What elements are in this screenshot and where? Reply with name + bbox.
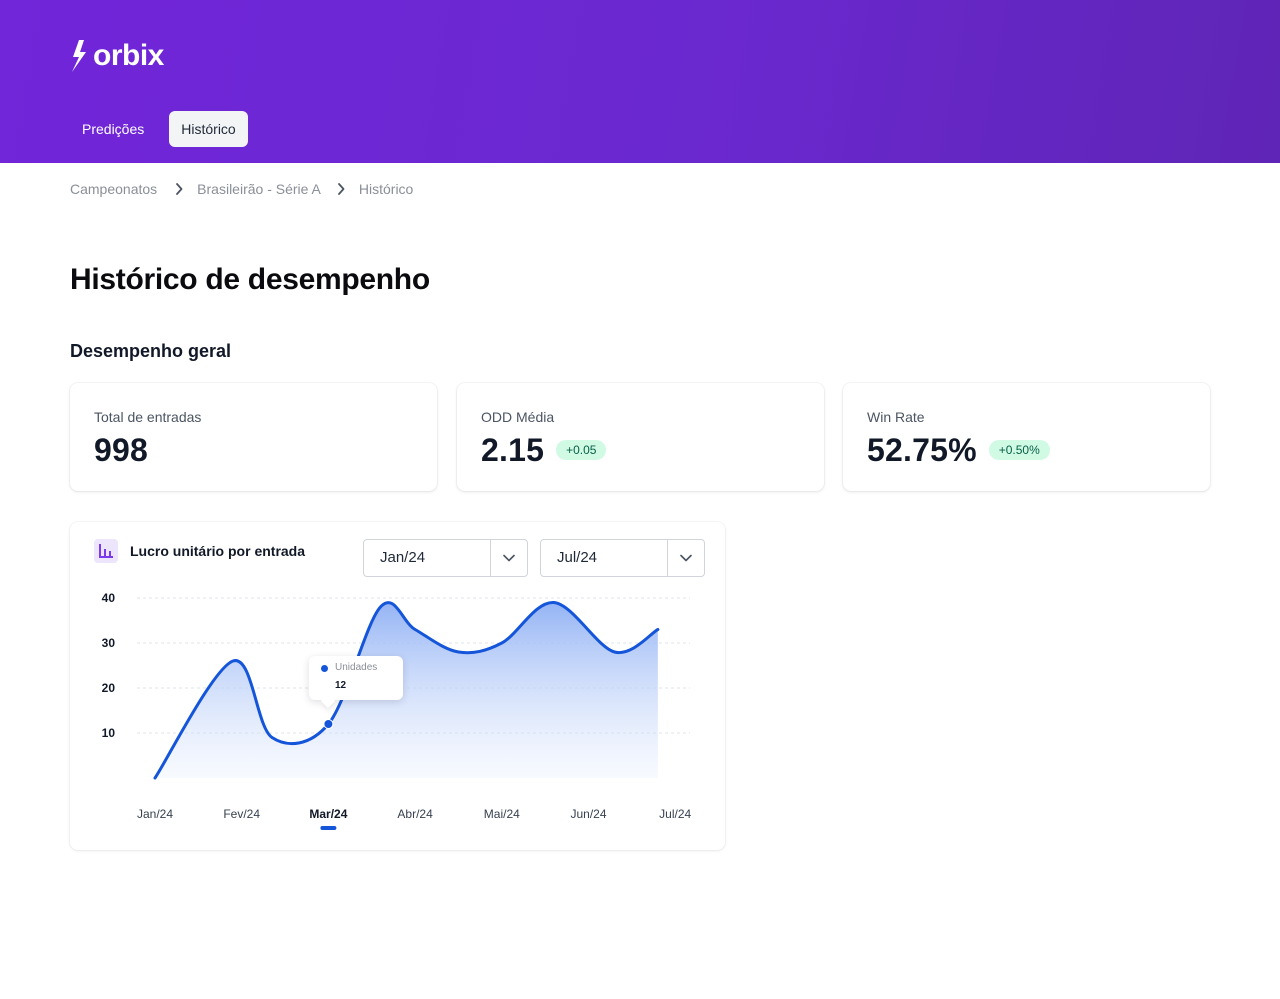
chevron-right-icon bbox=[176, 183, 183, 195]
tooltip-label: Unidades bbox=[335, 662, 378, 673]
series-area bbox=[155, 602, 658, 778]
change-badge: +0.50% bbox=[988, 440, 1050, 460]
chevron-down-icon[interactable] bbox=[667, 540, 704, 576]
x-tick-label[interactable]: Mar/24 bbox=[309, 807, 347, 821]
change-badge: +0.05 bbox=[556, 440, 607, 460]
bar-chart-icon bbox=[94, 539, 118, 563]
tooltip-value: 12 bbox=[335, 680, 347, 691]
start-month-select[interactable]: Jan/24 bbox=[363, 539, 528, 577]
stat-card-odd-media: ODD Média 2.15 +0.05 bbox=[457, 383, 824, 491]
x-tick-label[interactable]: Jan/24 bbox=[137, 807, 173, 821]
chart-tooltip: Unidades 12 bbox=[309, 656, 403, 709]
x-tick-label[interactable]: Fev/24 bbox=[223, 807, 260, 821]
x-tick-label[interactable]: Abr/24 bbox=[397, 807, 433, 821]
chevron-down-icon[interactable] bbox=[490, 540, 527, 576]
tab-historico[interactable]: Histórico bbox=[169, 111, 248, 147]
top-header: orbix Predições Histórico bbox=[0, 0, 1280, 163]
x-tick-label[interactable]: Jul/24 bbox=[659, 807, 691, 821]
y-tick-label: 10 bbox=[102, 726, 116, 740]
stat-value: 998 bbox=[94, 432, 148, 468]
profit-chart-card: 10 20 30 40 Jan/24 Fev/24 Mar/24 Abr/24 Mai/24 Ju… bbox=[70, 522, 725, 850]
end-month-select[interactable]: Jul/24 bbox=[540, 539, 705, 577]
stat-card-total-entradas: Total de entradas 998 bbox=[70, 383, 437, 491]
section-title: Desempenho geral bbox=[70, 341, 232, 361]
chevron-right-icon bbox=[337, 183, 345, 195]
breadcrumb: Campeonatos Brasileirão - Série A Histór… bbox=[70, 180, 413, 198]
stat-value: 2.15 bbox=[481, 432, 545, 468]
chart-title: Lucro unitário por entrada bbox=[130, 543, 306, 559]
page-title: Histórico de desempenho bbox=[70, 263, 430, 296]
x-tick-label[interactable]: Mai/24 bbox=[484, 807, 520, 821]
lightning-icon bbox=[72, 40, 86, 72]
tab-predicoes[interactable]: Predições bbox=[70, 111, 156, 147]
main-nav: Predições Histórico bbox=[70, 111, 261, 147]
x-tick-label[interactable]: Jun/24 bbox=[570, 807, 606, 821]
stat-label: ODD Média bbox=[481, 409, 555, 425]
stat-value: 52.75% bbox=[867, 432, 977, 468]
brand-logo[interactable]: orbix bbox=[70, 38, 164, 74]
highlight-point[interactable] bbox=[323, 719, 334, 729]
breadcrumb-brasileirao[interactable]: Brasileirão - Série A bbox=[197, 180, 321, 198]
active-month-indicator bbox=[320, 826, 337, 830]
breadcrumb-campeonatos[interactable]: Campeonatos bbox=[70, 180, 157, 198]
stat-card-win-rate: Win Rate 52.75% +0.50% bbox=[843, 383, 1210, 491]
y-tick-label: 20 bbox=[102, 681, 116, 695]
select-value: Jan/24 bbox=[380, 549, 426, 566]
stat-label: Win Rate bbox=[867, 409, 925, 425]
stat-label: Total de entradas bbox=[94, 409, 202, 425]
select-value: Jul/24 bbox=[557, 549, 598, 566]
series-dot-icon bbox=[321, 665, 328, 672]
brand-name: orbix bbox=[93, 39, 164, 72]
breadcrumb-historico: Histórico bbox=[358, 181, 414, 197]
y-tick-label: 30 bbox=[102, 636, 116, 650]
y-tick-label: 40 bbox=[102, 591, 116, 605]
